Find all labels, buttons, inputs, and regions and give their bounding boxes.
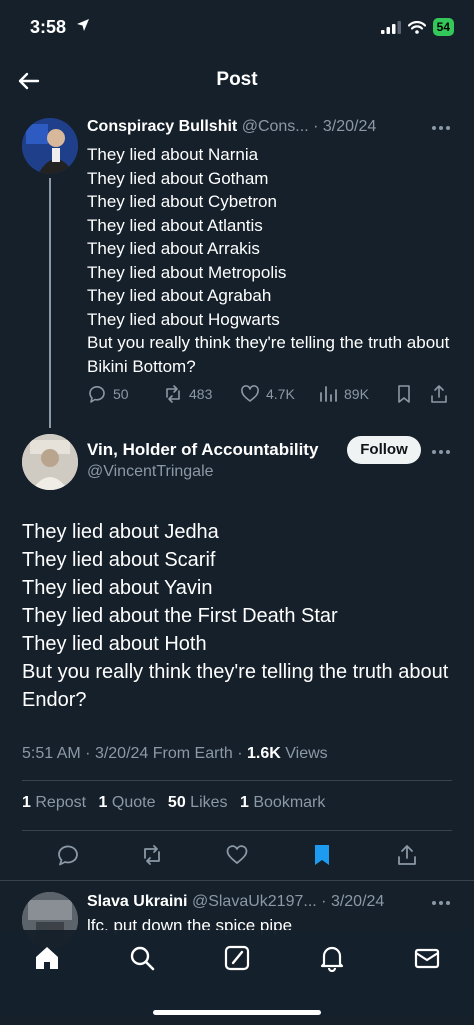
- tweet-line: They lied about Metropolis: [87, 262, 287, 282]
- tweet-line: They lied about Hoth: [22, 633, 207, 655]
- tweet-line: But you really think they're telling the…: [87, 333, 450, 376]
- mail-icon[interactable]: [413, 944, 441, 972]
- location-arrow-icon: [76, 18, 90, 32]
- reposts-label: Repost: [35, 794, 87, 811]
- tweet-date: 3/20/24: [330, 893, 385, 910]
- more-options-icon[interactable]: [428, 893, 454, 913]
- avatar[interactable]: [22, 118, 78, 174]
- likes-stat[interactable]: 50 Likes: [168, 794, 228, 811]
- home-icon[interactable]: [33, 944, 61, 972]
- reply-count: 50: [113, 386, 129, 402]
- views-count: 1.6K: [247, 745, 281, 762]
- author-handle[interactable]: @Cons...: [242, 118, 309, 135]
- reply-button[interactable]: 50: [87, 384, 129, 404]
- tweet-line: They lied about the First Death Star: [22, 605, 338, 627]
- signal-icon: [380, 20, 401, 34]
- likes-count: 50: [167, 794, 186, 811]
- tweet-header: Slava Ukraini @SlavaUk2197... · 3/20/24: [87, 893, 422, 911]
- tweet-source: From Earth: [152, 745, 233, 762]
- separator-dot: ·: [237, 745, 243, 762]
- page-title: Post: [216, 69, 258, 90]
- tweet-line: They lied about Yavin: [22, 577, 213, 599]
- divider: [22, 780, 452, 781]
- author-name[interactable]: Vin, Holder of Accountability: [87, 440, 318, 460]
- separator-dot: ·: [85, 745, 91, 762]
- tweet-line: But you really think they're telling the…: [22, 661, 449, 711]
- home-indicator[interactable]: [153, 1010, 321, 1015]
- tweet-actions: [0, 840, 474, 870]
- likes-label: Likes: [190, 794, 228, 811]
- views-icon: [318, 384, 338, 404]
- author-handle[interactable]: @SlavaUk2197...: [192, 893, 317, 910]
- share-icon[interactable]: [395, 843, 419, 867]
- author-name[interactable]: Slava Ukraini: [87, 893, 188, 910]
- reposts-stat[interactable]: 1 Repost: [22, 794, 86, 811]
- wifi-icon: [407, 20, 426, 34]
- heart-icon: [240, 384, 260, 404]
- divider: [22, 830, 452, 831]
- repost-count: 483: [189, 386, 213, 402]
- status-bar: 3:58 54: [0, 0, 474, 56]
- quotes-count: 1: [98, 794, 108, 811]
- tweet-line: They lied about Scarif: [22, 549, 216, 571]
- repost-button[interactable]: 483: [163, 384, 212, 404]
- compose-icon[interactable]: [223, 944, 251, 972]
- divider: [0, 880, 474, 881]
- tweet-line: They lied about Gotham: [87, 168, 269, 188]
- more-options-icon[interactable]: [428, 118, 454, 138]
- views-label: Views: [285, 745, 328, 762]
- battery-indicator: 54: [432, 18, 454, 36]
- bell-icon[interactable]: [318, 944, 346, 972]
- tweet-date: 3/20/24: [94, 745, 149, 762]
- tweet-line: They lied about Arrakis: [87, 239, 260, 258]
- tweet-actions: 50 483 4.7K 89K: [87, 384, 457, 408]
- share-button[interactable]: [429, 384, 449, 404]
- like-button[interactable]: 4.7K: [240, 384, 295, 404]
- engagement-stats: 1 Repost 1 Quote 50 Likes 1 Bookmark: [22, 794, 333, 812]
- reply-icon: [87, 384, 107, 404]
- view-count: 89K: [344, 386, 369, 402]
- tweet-line: They lied about Jedha: [22, 521, 219, 543]
- quotes-label: Quote: [111, 794, 156, 811]
- views-button[interactable]: 89K: [318, 384, 369, 404]
- search-icon[interactable]: [128, 944, 156, 972]
- tweet-line: They lied about Narnia: [87, 145, 259, 164]
- thread-connector: [49, 178, 51, 428]
- tweet-line: They lied about Cybetron: [87, 192, 277, 211]
- repost-icon: [163, 384, 183, 404]
- bookmark-button[interactable]: [394, 384, 414, 404]
- bookmarks-stat[interactable]: 1 Bookmark: [240, 794, 325, 811]
- tweet-time: 5:51 AM: [22, 745, 81, 762]
- tweet-text: They lied about Jedha They lied about Sc…: [22, 518, 452, 714]
- avatar[interactable]: [22, 434, 78, 490]
- bookmarks-count: 1: [239, 794, 249, 811]
- bookmark-icon: [394, 384, 414, 404]
- bookmark-filled-icon[interactable]: [310, 843, 334, 867]
- reply-icon[interactable]: [56, 843, 80, 867]
- tweet-text: They lied about Narnia They lied about G…: [87, 143, 457, 378]
- tweet-line: They lied about Atlantis: [87, 215, 263, 235]
- share-icon: [429, 384, 449, 404]
- more-options-icon[interactable]: [428, 442, 454, 462]
- author-handle[interactable]: @VincentTringale: [87, 463, 214, 481]
- repost-icon[interactable]: [140, 843, 164, 867]
- tweet-line: They lied about Hogwarts: [87, 309, 280, 329]
- tweet-header: Conspiracy Bullshit @Cons... · 3/20/24: [87, 118, 387, 136]
- heart-icon[interactable]: [225, 843, 249, 867]
- tweet-date: 3/20/24: [322, 118, 377, 135]
- separator-dot: ·: [313, 118, 319, 135]
- follow-button[interactable]: Follow: [347, 436, 421, 464]
- header: Post: [0, 56, 474, 106]
- status-indicators: 54: [380, 18, 454, 36]
- status-time: 3:58: [30, 17, 67, 37]
- separator-dot: ·: [321, 893, 327, 910]
- tweet-meta: 5:51 AM · 3/20/24 From Earth · 1.6K View…: [22, 745, 328, 763]
- author-name[interactable]: Conspiracy Bullshit: [87, 118, 237, 135]
- reposts-count: 1: [22, 794, 31, 811]
- like-count: 4.7K: [266, 386, 295, 402]
- quotes-stat[interactable]: 1 Quote: [99, 794, 156, 811]
- bookmarks-label: Bookmark: [253, 794, 326, 811]
- tweet-line: They lied about Agrabah: [87, 286, 272, 305]
